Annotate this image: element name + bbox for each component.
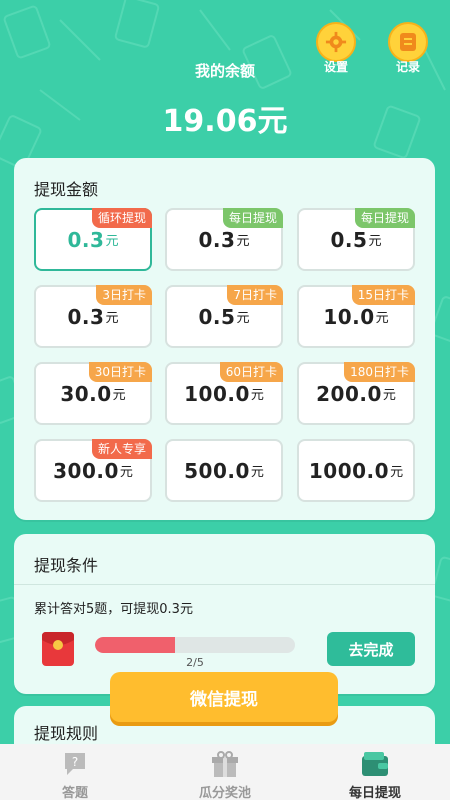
divider bbox=[14, 584, 435, 585]
option-value: 0.3 bbox=[198, 227, 236, 252]
tab-prize-pool[interactable]: 瓜分奖池 bbox=[150, 744, 300, 800]
option-tag: 每日提现 bbox=[222, 208, 283, 228]
withdraw-condition-card: 提现条件 累计答对5题，可提现0.3元 2/5 去完成 bbox=[14, 534, 435, 694]
red-packet-icon bbox=[40, 630, 76, 672]
option-value: 0.3 bbox=[67, 304, 105, 329]
amount-option[interactable]: 1000.0 元 bbox=[297, 439, 415, 502]
option-unit: 元 bbox=[112, 388, 126, 403]
records-icon bbox=[388, 22, 428, 62]
option-unit: 元 bbox=[368, 234, 382, 249]
amount-option[interactable]: 500.0 元 bbox=[165, 439, 283, 502]
amount-option[interactable]: 30日打卡 30.0 元 bbox=[34, 362, 152, 425]
progress-label: 2/5 bbox=[186, 656, 204, 669]
option-tag: 60日打卡 bbox=[219, 362, 283, 382]
option-value: 30.0 bbox=[60, 381, 112, 406]
withdraw-amount-title: 提现金额 bbox=[34, 180, 99, 199]
wallet-icon bbox=[360, 750, 390, 782]
go-complete-button[interactable]: 去完成 bbox=[327, 632, 415, 666]
amount-option[interactable]: 每日提现 0.5 元 bbox=[297, 208, 415, 271]
option-tag: 每日提现 bbox=[354, 208, 415, 228]
bottom-tab-bar: ? 答题 瓜分奖池 每日提现 bbox=[0, 744, 450, 800]
amount-option[interactable]: 循环提现 0.3 元 bbox=[34, 208, 152, 271]
option-unit: 元 bbox=[119, 465, 133, 480]
withdraw-condition-title: 提现条件 bbox=[34, 556, 99, 575]
option-unit: 元 bbox=[390, 465, 404, 480]
question-icon: ? bbox=[61, 750, 89, 782]
amount-option[interactable]: 新人专享 300.0 元 bbox=[34, 439, 152, 502]
option-tag: 30日打卡 bbox=[88, 362, 152, 382]
option-value: 500.0 bbox=[184, 458, 250, 483]
progress-fill bbox=[95, 637, 175, 653]
option-unit: 元 bbox=[236, 311, 250, 326]
svg-text:?: ? bbox=[72, 755, 78, 769]
withdraw-rules-title: 提现规则 bbox=[34, 724, 99, 743]
amount-option[interactable]: 60日打卡 100.0 元 bbox=[165, 362, 283, 425]
tab-label: 每日提现 bbox=[348, 786, 401, 800]
amount-option[interactable]: 15日打卡 10.0 元 bbox=[297, 285, 415, 348]
option-value: 200.0 bbox=[316, 381, 382, 406]
option-value: 100.0 bbox=[184, 381, 250, 406]
page-title: 我的余额 bbox=[194, 62, 255, 80]
option-tag: 循环提现 bbox=[91, 208, 152, 228]
option-value: 0.5 bbox=[198, 304, 236, 329]
option-unit: 元 bbox=[105, 234, 119, 249]
option-unit: 元 bbox=[250, 388, 264, 403]
balance-amount: 19.06元 bbox=[162, 104, 288, 139]
option-value: 0.3 bbox=[67, 227, 105, 252]
amount-option[interactable]: 每日提现 0.3 元 bbox=[165, 208, 283, 271]
gear-icon bbox=[316, 22, 356, 62]
tab-answer[interactable]: ? 答题 bbox=[0, 744, 150, 800]
condition-text: 累计答对5题，可提现0.3元 bbox=[34, 602, 193, 617]
option-value: 10.0 bbox=[323, 304, 375, 329]
option-unit: 元 bbox=[382, 388, 396, 403]
withdraw-amount-card: 提现金额 循环提现 0.3 元 每日提现 0.3 元 每日提现 0.5 元 3日打卡 … bbox=[14, 158, 435, 520]
amount-option[interactable]: 180日打卡 200.0 元 bbox=[297, 362, 415, 425]
tab-daily-withdraw[interactable]: 每日提现 bbox=[300, 744, 450, 800]
option-tag: 15日打卡 bbox=[351, 285, 415, 305]
option-unit: 元 bbox=[375, 311, 389, 326]
tab-label: 答题 bbox=[61, 786, 88, 800]
option-value: 0.5 bbox=[330, 227, 368, 252]
tab-label: 瓜分奖池 bbox=[198, 786, 251, 800]
option-tag: 新人专享 bbox=[91, 439, 152, 459]
option-tag: 7日打卡 bbox=[227, 285, 283, 305]
option-unit: 元 bbox=[250, 465, 264, 480]
option-unit: 元 bbox=[236, 234, 250, 249]
amount-option[interactable]: 3日打卡 0.3 元 bbox=[34, 285, 152, 348]
option-value: 1000.0 bbox=[308, 458, 390, 483]
option-value: 300.0 bbox=[53, 458, 119, 483]
option-tag: 180日打卡 bbox=[344, 362, 415, 382]
option-tag: 3日打卡 bbox=[96, 285, 152, 305]
progress-bar bbox=[95, 637, 295, 653]
wechat-withdraw-button[interactable]: 微信提现 bbox=[110, 672, 338, 722]
amount-option[interactable]: 7日打卡 0.5 元 bbox=[165, 285, 283, 348]
gift-icon bbox=[210, 750, 240, 784]
option-unit: 元 bbox=[105, 311, 119, 326]
